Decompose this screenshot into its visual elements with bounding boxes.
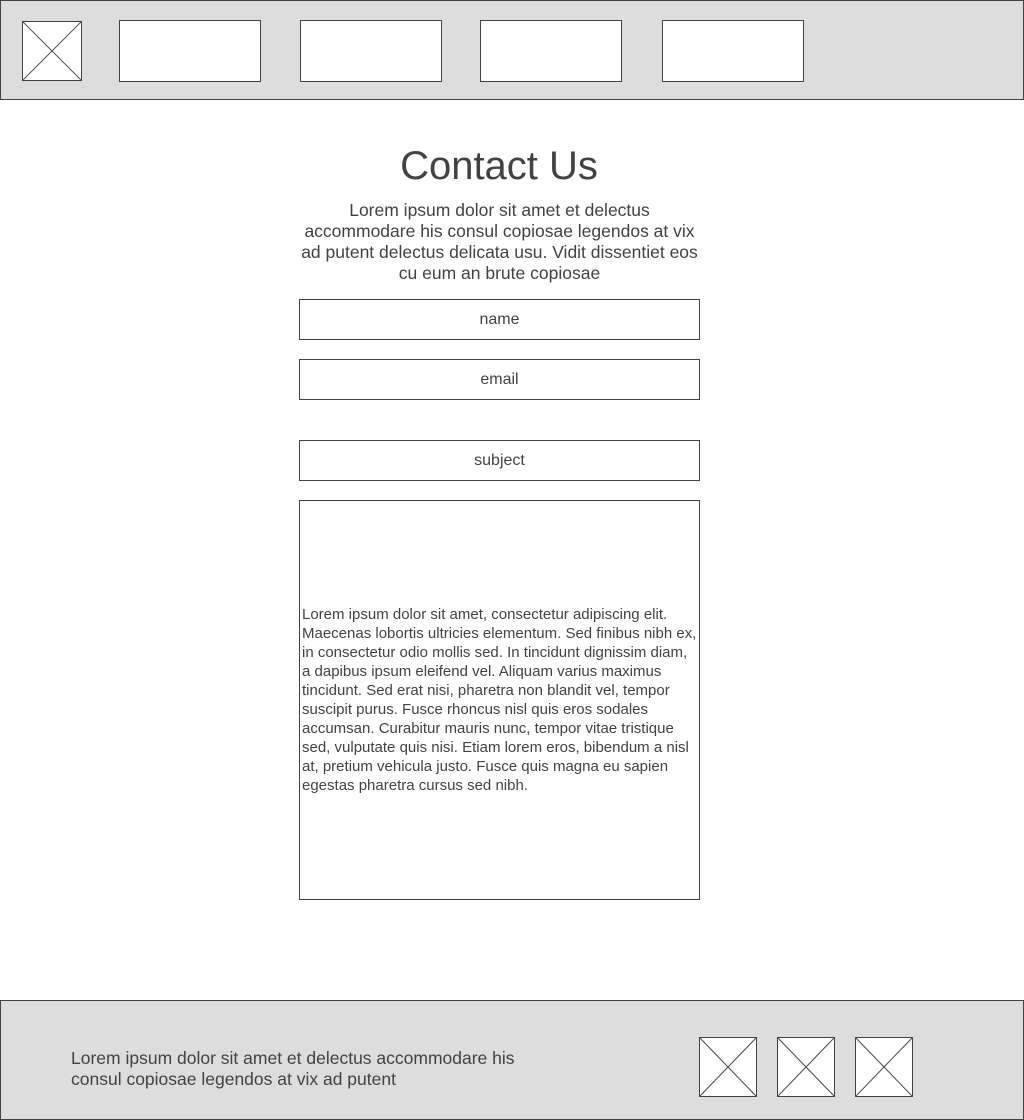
intro-text: Lorem ipsum dolor sit amet et delectus a… — [301, 200, 698, 283]
contact-page: Contact Us Lorem ipsum dolor sit amet et… — [0, 0, 1024, 1120]
footer-bar: Lorem ipsum dolor sit amet et delectus a… — [0, 1000, 1024, 1120]
logo-placeholder-icon[interactable] — [22, 21, 82, 81]
social-placeholder-icon-3[interactable] — [855, 1037, 913, 1097]
nav-item-1[interactable] — [119, 20, 261, 82]
nav-item-4[interactable] — [662, 20, 804, 82]
email-field[interactable]: email — [299, 359, 700, 400]
footer-text: Lorem ipsum dolor sit amet et delectus a… — [71, 1048, 515, 1089]
header-bar — [0, 0, 1024, 100]
nav-item-3[interactable] — [480, 20, 622, 82]
page-title: Contact Us — [400, 144, 598, 188]
nav-item-2[interactable] — [300, 20, 442, 82]
message-text: Lorem ipsum dolor sit amet, consectetur … — [302, 606, 697, 794]
social-placeholder-icon-1[interactable] — [699, 1037, 757, 1097]
message-textarea[interactable]: Lorem ipsum dolor sit amet, consectetur … — [299, 500, 700, 900]
subject-field[interactable]: subject — [299, 440, 700, 481]
name-field[interactable]: name — [299, 299, 700, 340]
social-placeholder-icon-2[interactable] — [777, 1037, 835, 1097]
